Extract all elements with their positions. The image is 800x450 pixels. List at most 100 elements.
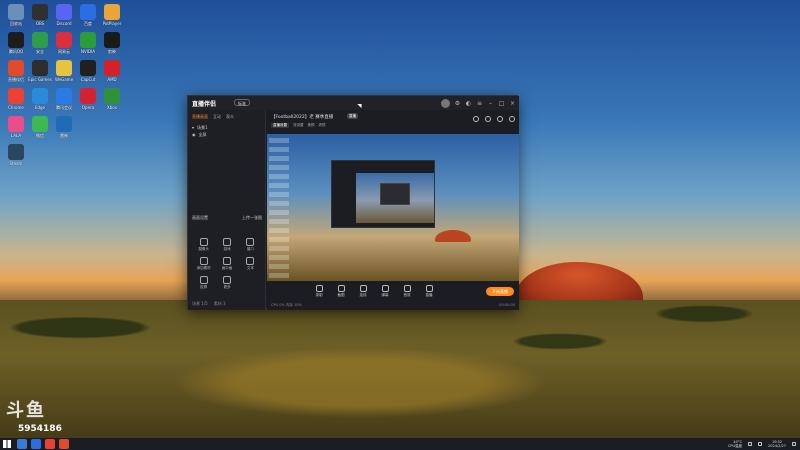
app-icon — [104, 4, 120, 20]
settings-row[interactable]: 画面设置 上传一张图 — [192, 214, 262, 221]
desktop-icon[interactable]: WeGame — [52, 60, 76, 82]
stream-title[interactable]: 【Football2022】老 赛季直播 — [271, 114, 333, 120]
connect-button[interactable]: 连线 — [355, 285, 371, 297]
desktop-icon[interactable]: 雷神 — [52, 116, 76, 138]
chat-icon — [381, 285, 389, 292]
avatar[interactable] — [441, 98, 450, 108]
settings-row-right[interactable]: 上传一张图 — [242, 215, 262, 221]
taskbar-app-icon[interactable] — [31, 439, 41, 449]
clock[interactable]: 19:52 2024/2/27 — [768, 440, 786, 448]
desktop-icon-label: Steam — [9, 161, 23, 166]
app-icon — [56, 88, 72, 104]
stream-preview[interactable] — [267, 134, 519, 281]
desktop-icon[interactable]: LALA — [4, 116, 28, 138]
sub-tab[interactable]: 美颜 — [308, 123, 315, 128]
edition-badge[interactable]: 标准 — [234, 99, 250, 106]
desktop-icon[interactable]: PotPlayer — [100, 4, 124, 26]
app-icon — [32, 60, 48, 76]
volume-icon[interactable] — [758, 442, 763, 446]
desktop-icon[interactable]: Xbox — [100, 88, 124, 110]
desktop-icon[interactable]: Chrome — [4, 88, 28, 110]
skin-icon[interactable]: ◐ — [465, 100, 472, 107]
desktop-icon[interactable]: 腾讯会议 — [52, 88, 76, 110]
text-icon — [246, 257, 255, 265]
settings-icon[interactable]: ⚙ — [454, 100, 461, 107]
sidebar-settings: 画面设置 上传一张图 — [192, 214, 262, 221]
sound-button[interactable]: 音效 — [399, 285, 415, 297]
close-icon[interactable]: × — [509, 100, 516, 107]
desktop-icon[interactable]: CapCut — [76, 60, 100, 82]
fullscreen-icon[interactable] — [485, 116, 491, 122]
maximize-icon[interactable]: □ — [498, 100, 505, 107]
window-icon — [246, 238, 255, 246]
desktop-icon[interactable]: OBS — [28, 4, 52, 26]
desktop-icon[interactable]: Discord — [52, 4, 76, 26]
refresh-icon[interactable] — [497, 116, 503, 122]
app-icon — [32, 88, 48, 104]
desktop-icon[interactable]: 剪映 — [100, 32, 124, 54]
scene-item[interactable]: ▾ 场景1 — [192, 124, 261, 131]
tool-label: 窗口 — [246, 247, 254, 251]
desktop-icon[interactable]: Edge — [28, 88, 52, 110]
screenshot-button[interactable]: 截图 — [333, 285, 349, 297]
desktop-icon[interactable]: 网易云 — [52, 32, 76, 54]
record-icon — [315, 285, 323, 292]
streaming-app-window[interactable]: 直播伴侣 标准 ⚙ ◐ ≡ – □ × 直播画面 互动 观众 ▾ 场景1 ◉ 全… — [187, 95, 519, 310]
menu-icon[interactable]: ≡ — [476, 100, 483, 107]
desktop-icon-label: 微信 — [36, 133, 44, 138]
control-label: 截图 — [337, 293, 345, 297]
link-icon[interactable] — [509, 116, 515, 122]
system-tray: 40°C CPU温度 19:52 2024/2/27 — [728, 438, 796, 450]
tool-game[interactable]: 游戏 — [215, 238, 238, 251]
sub-tab[interactable]: 直播设置 — [271, 123, 289, 128]
sub-tab[interactable]: 流设置 — [293, 123, 304, 128]
minimize-icon[interactable]: – — [487, 100, 494, 107]
desktop-icon-label: 剪映 — [108, 49, 116, 54]
live-settings-button[interactable]: 直播 — [421, 285, 437, 297]
tool-pip[interactable]: 画中画 — [215, 257, 238, 270]
danmaku-button[interactable]: 弹幕 — [377, 285, 393, 297]
pip-icon — [222, 257, 231, 265]
sidebar-tab[interactable]: 观众 — [226, 114, 234, 120]
app-icon — [8, 60, 24, 76]
windows-start-icon[interactable] — [3, 440, 11, 448]
link-icon — [359, 285, 367, 292]
notification-icon[interactable] — [792, 442, 796, 446]
desktop-icon[interactable]: Epic Games — [28, 60, 52, 82]
title-bar[interactable]: 直播伴侣 标准 ⚙ ◐ ≡ – □ × — [188, 96, 519, 110]
tool-text[interactable]: 文本 — [239, 257, 262, 270]
desktop-icon[interactable]: AMD — [100, 60, 124, 82]
desktop-icon[interactable]: 回收站 — [4, 4, 28, 26]
tool-camera[interactable]: 摄像头 — [192, 238, 215, 251]
desktop-icon[interactable]: 微信 — [28, 116, 52, 138]
tool-more[interactable]: 更多 — [215, 276, 238, 289]
sidebar-tab[interactable]: 互动 — [213, 114, 221, 120]
taskbar-app-icon[interactable] — [45, 439, 55, 449]
app-icon — [32, 4, 48, 20]
app-icon — [8, 4, 24, 20]
share-icon[interactable] — [473, 116, 479, 122]
sidebar-tab[interactable]: 直播画面 — [192, 114, 208, 120]
desktop-icon[interactable]: 百度 — [76, 4, 100, 26]
source-item-label: 全屏 — [198, 131, 207, 137]
taskbar-app-icon[interactable] — [17, 439, 27, 449]
desktop-icon[interactable]: 直播伴侣 — [4, 60, 28, 82]
desktop-icon[interactable]: Steam — [4, 144, 28, 166]
tool-label: 游戏 — [223, 247, 231, 251]
tool-window[interactable]: 窗口 — [239, 238, 262, 251]
desktop-icon[interactable]: Opera — [76, 88, 100, 110]
source-item[interactable]: ◉ 全屏 — [192, 131, 261, 138]
network-icon[interactable] — [748, 442, 753, 446]
microphone-icon — [403, 285, 411, 292]
desktop-icon[interactable]: 安全 — [28, 32, 52, 54]
taskbar-app-icon[interactable] — [59, 439, 69, 449]
tool-add-material[interactable]: 添加素材 — [192, 257, 215, 270]
desktop-icon[interactable]: NVIDIA — [76, 32, 100, 54]
control-label: 连线 — [359, 293, 367, 297]
tool-cast[interactable]: 投屏 — [192, 276, 215, 289]
live-tag: 直播 — [347, 113, 358, 119]
start-live-button[interactable]: 开始直播 — [486, 287, 514, 296]
sub-tab[interactable]: 滤镜 — [319, 123, 326, 128]
record-button[interactable]: 录制 — [311, 285, 327, 297]
desktop-icon[interactable]: 腾讯QQ — [4, 32, 28, 54]
